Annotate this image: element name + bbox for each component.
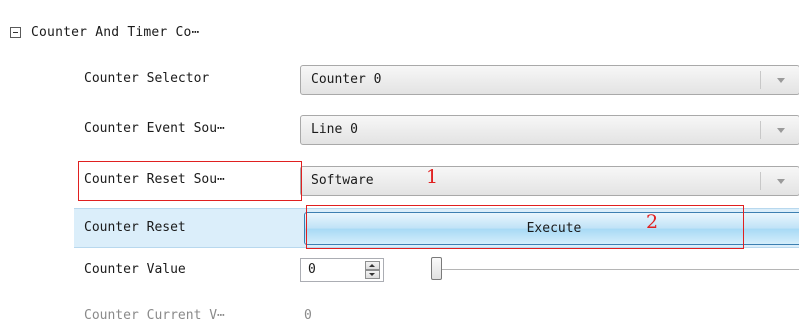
counter-reset-source-value: Software (311, 173, 374, 188)
row-counter-value: Counter Value 0 (74, 251, 799, 289)
collapse-icon[interactable] (10, 26, 21, 38)
counter-value-number: 0 (308, 262, 316, 277)
counter-selector-label: Counter Selector (84, 71, 210, 86)
counter-selector-value: Counter 0 (311, 72, 382, 87)
counter-current-value: 0 (304, 308, 312, 323)
row-counter-current-value: Counter Current V⋯ 0 (74, 301, 799, 331)
annotation-box-reset-source (78, 161, 302, 201)
counter-current-value-label: Counter Current V⋯ (84, 308, 225, 323)
counter-value-input[interactable]: 0 (300, 258, 384, 282)
dropdown-separator (760, 121, 761, 139)
annotation-box-execute (306, 205, 744, 249)
chevron-down-icon[interactable] (777, 78, 785, 83)
counter-reset-label: Counter Reset (84, 220, 186, 235)
counter-event-source-dropdown[interactable]: Line 0 (300, 115, 799, 145)
counter-selector-dropdown[interactable]: Counter 0 (300, 65, 799, 95)
counter-event-source-label: Counter Event Sou⋯ (84, 121, 225, 136)
dropdown-separator (760, 71, 761, 89)
counter-reset-source-dropdown[interactable]: Software (300, 166, 799, 196)
group-title: Counter And Timer Co⋯ (31, 24, 200, 40)
counter-value-slider-thumb[interactable] (431, 257, 442, 280)
spin-up-icon[interactable] (365, 261, 380, 270)
spin-down-icon[interactable] (365, 270, 380, 279)
counter-value-slider-track[interactable] (434, 269, 799, 270)
chevron-down-icon[interactable] (777, 179, 785, 184)
counter-event-source-value: Line 0 (311, 122, 358, 137)
annotation-marker-1: 1 (426, 166, 439, 188)
row-counter-selector: Counter Selector Counter 0 (74, 60, 799, 98)
group-header[interactable]: Counter And Timer Co⋯ (10, 22, 200, 42)
dropdown-separator (760, 172, 761, 190)
counter-value-label: Counter Value (84, 262, 186, 277)
spin-buttons (365, 261, 380, 279)
annotation-marker-2: 2 (646, 211, 659, 233)
row-counter-event-source: Counter Event Sou⋯ Line 0 (74, 110, 799, 148)
chevron-down-icon[interactable] (777, 128, 785, 133)
